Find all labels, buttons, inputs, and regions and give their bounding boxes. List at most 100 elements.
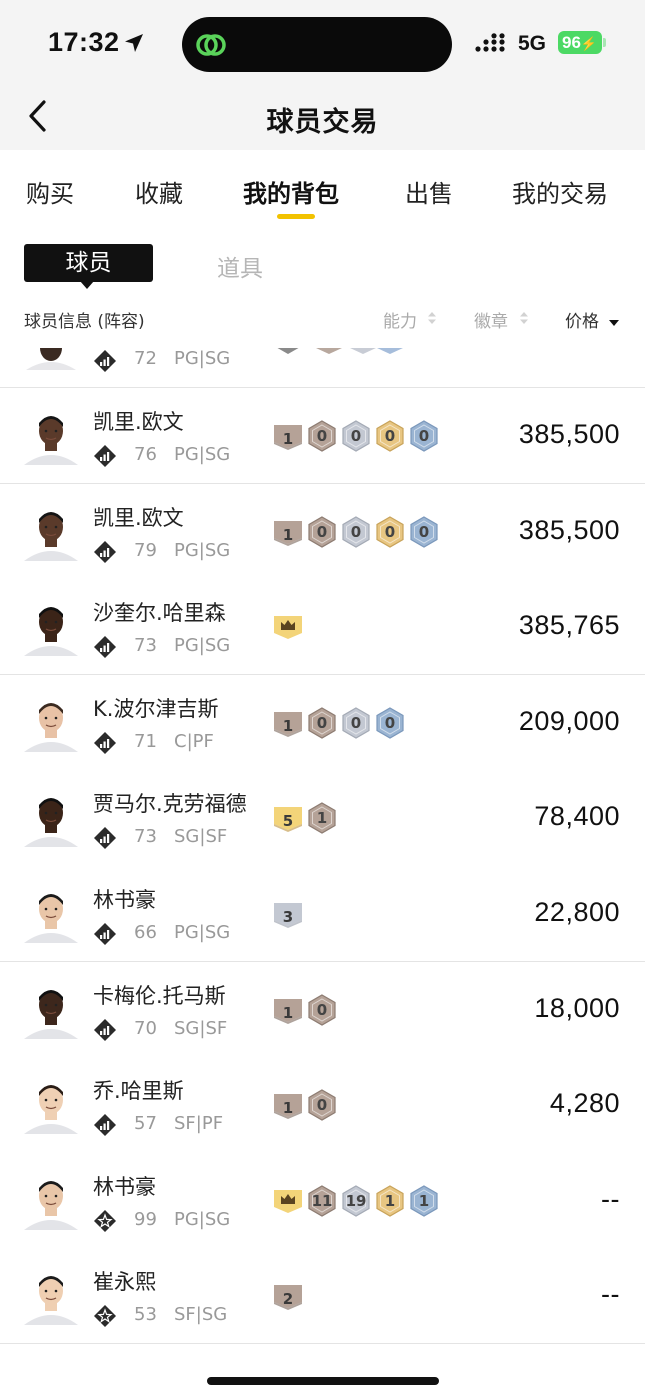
player-avatar [24, 702, 78, 752]
player-name: 乔.哈里斯 [93, 1079, 184, 1104]
badge-strip-partial [277, 348, 403, 354]
player-position: SG|SF [174, 826, 228, 848]
player-rating: 99 [134, 1208, 157, 1230]
player-name: 贾马尔.克劳福德 [93, 792, 247, 817]
player-avatar [24, 511, 78, 561]
sort-badge-icon[interactable] [519, 311, 529, 325]
player-price: 18,000 [534, 992, 620, 1023]
network-type: 5G [518, 32, 547, 55]
tab-my-bag[interactable]: 我的背包 [243, 174, 339, 209]
player-name: 凯里.欧文 [93, 505, 184, 530]
status-bar: 17:32 5G 96⚡ [0, 0, 645, 92]
tab-my-trades[interactable]: 我的交易 [512, 174, 608, 209]
player-rating: 66 [134, 922, 157, 943]
player-avatar [24, 607, 78, 657]
badge-count: 1 [282, 716, 294, 735]
badge-strip: 11 19 1 1 [273, 1185, 453, 1217]
player-rating: 53 [134, 1304, 157, 1326]
player-name: 林书豪 [93, 888, 156, 912]
badge-count: 2 [282, 1290, 294, 1309]
player-position: SF|SG [174, 1304, 228, 1326]
badge-count: 0 [384, 427, 396, 445]
player-row[interactable]: 林书豪 99 PG|SG 11 19 1 1 -- [0, 1153, 645, 1249]
badge-strip [273, 611, 453, 643]
badge-strip: 10 [273, 1089, 453, 1121]
player-price: 385,500 [518, 514, 620, 545]
signal-rank-icon [94, 350, 116, 372]
player-position: C|PF [174, 730, 214, 752]
player-row[interactable]: 贾马尔.克劳福德 73 SG|SF 5 1 78,400 [0, 770, 645, 866]
segment-players[interactable]: 球员 [24, 244, 153, 282]
player-position: SF|PF [174, 1113, 224, 1135]
player-position: PG|SG [174, 922, 231, 943]
battery-level: 96 [562, 33, 581, 52]
badge-count: 0 [350, 713, 362, 732]
player-price: 22,800 [534, 897, 620, 927]
badge-count: 0 [384, 713, 396, 732]
crown-icon [274, 616, 302, 640]
link-app-icon [196, 34, 226, 56]
nav-header: 球员交易 [0, 92, 645, 150]
player-row[interactable]: 沙奎尔.哈里森 73 PG|SG 385,765 [0, 579, 645, 675]
badge-count: 1 [282, 1003, 294, 1022]
player-avatar [24, 989, 78, 1039]
badge-count: 0 [350, 522, 362, 541]
player-rating: 79 [134, 539, 157, 561]
badge-count: 0 [418, 522, 430, 541]
badge-count: 1 [282, 430, 294, 448]
player-row[interactable]: 崔永熙 53 SF|SG 2 -- [0, 1248, 645, 1344]
player-name: 崔永熙 [93, 1270, 156, 1295]
charging-bolt-icon: ⚡ [580, 36, 598, 51]
badge-strip: 10 [273, 993, 453, 1026]
signal-rank-icon [94, 540, 116, 563]
home-indicator[interactable] [207, 1377, 439, 1385]
badge-count: 3 [282, 908, 294, 926]
player-rating: 57 [134, 1113, 157, 1135]
column-badge[interactable]: 徽章 [474, 307, 508, 332]
badge-count: 0 [316, 713, 328, 732]
player-row[interactable]: 凯里.欧文 76 PG|SG 1 0 0 0 0 385,500 [0, 388, 645, 484]
badge-count: 1 [418, 1191, 430, 1210]
player-name: 林书豪 [93, 1174, 156, 1199]
player-row[interactable]: 乔.哈里斯 57 SF|PF 1 0 4,280 [0, 1057, 645, 1153]
player-position: PG|SG [174, 635, 231, 657]
player-avatar [26, 348, 76, 370]
sort-ability-icon[interactable] [427, 311, 437, 325]
badge-count: 1 [316, 809, 328, 828]
player-avatar [24, 1276, 78, 1326]
tab-buy[interactable]: 购买 [26, 174, 74, 209]
player-row[interactable]: K.波尔津吉斯 71 C|PF 1 0 0 0 209,000 [0, 675, 645, 771]
player-row[interactable]: 卡梅伦.托马斯 70 SG|SF 1 0 18,000 [0, 962, 645, 1058]
battery-nub [603, 38, 606, 47]
player-row[interactable]: 凯里.欧文 79 PG|SG 1 0 0 0 0 385,500 [0, 484, 645, 580]
player-price: 4,280 [549, 1088, 620, 1119]
active-tab-indicator [277, 214, 315, 219]
badge-strip: 3 [273, 898, 453, 930]
player-name: 凯里.欧文 [93, 410, 184, 434]
tab-bar: 购买 收藏 我的背包 出售 我的交易 [0, 150, 645, 230]
player-position: PG|SG [174, 1208, 231, 1230]
segment-items[interactable]: 道具 [217, 249, 263, 283]
signal-rank-icon [94, 636, 116, 659]
player-rating: 73 [134, 635, 157, 657]
tab-sell[interactable]: 出售 [405, 174, 453, 209]
player-avatar [24, 416, 78, 465]
player-rating: 76 [134, 444, 157, 465]
crown-icon [274, 1189, 302, 1213]
status-time: 17:32 [48, 27, 120, 57]
page-title: 球员交易 [266, 107, 379, 138]
player-rating: 71 [134, 730, 157, 752]
badge-count: 1 [282, 525, 294, 544]
sort-price-desc-icon[interactable] [609, 316, 619, 330]
badge-strip: 51 [273, 802, 453, 835]
player-avatar [24, 1180, 78, 1230]
column-price[interactable]: 价格 [565, 307, 599, 332]
player-row[interactable]: 林书豪 66 PG|SG 3 22,800 [0, 866, 645, 962]
partial-row[interactable]: 72 PG|SG [0, 348, 645, 388]
column-ability[interactable]: 能力 [383, 307, 417, 332]
badge-count: 0 [316, 1000, 328, 1019]
tab-favorites[interactable]: 收藏 [135, 174, 183, 209]
badge-count: 0 [418, 427, 430, 445]
player-price: 385,500 [518, 419, 620, 449]
badge-strip: 1 0 0 0 0 [273, 420, 453, 452]
